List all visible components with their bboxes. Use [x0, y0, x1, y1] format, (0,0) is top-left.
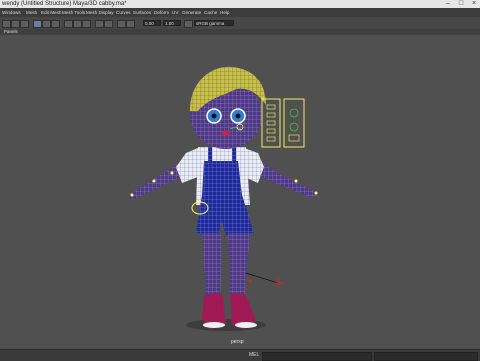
left-leg [202, 233, 222, 297]
camera-attributes-icon[interactable] [11, 20, 20, 28]
menu-edit-mesh[interactable]: Edit Mesh [41, 8, 61, 17]
menu-mesh[interactable]: Mesh [26, 8, 37, 17]
menu-cache[interactable]: Cache [204, 8, 217, 17]
right-pupil [235, 113, 241, 119]
overall-strap-left [208, 147, 212, 169]
gamma-field[interactable]: 1.00 [163, 20, 181, 26]
isolate-select-icon[interactable] [126, 20, 135, 28]
menu-generate[interactable]: Generate [182, 8, 201, 17]
scene-canvas[interactable] [0, 35, 480, 349]
xray-icon[interactable] [117, 20, 126, 28]
control-panel-left [261, 98, 281, 148]
smooth-shade-icon[interactable] [73, 20, 82, 28]
left-pupil [211, 113, 217, 119]
select-camera-icon[interactable] [2, 20, 11, 28]
left-sole [203, 322, 225, 328]
camera-label: persp [231, 339, 244, 345]
menu-curves[interactable]: Curves [116, 8, 131, 17]
color-management-icon[interactable] [184, 20, 193, 28]
shadows-icon[interactable] [104, 20, 113, 28]
menu-bar: Windows Mesh Edit Mesh Mesh Tools Mesh D… [0, 8, 480, 17]
maximize-icon[interactable]: □ [455, 0, 467, 8]
mouth [222, 130, 230, 136]
minimize-icon[interactable]: – [442, 0, 454, 8]
close-icon[interactable]: × [468, 0, 480, 8]
menu-help[interactable]: Help [220, 8, 229, 17]
menu-deform[interactable]: Deform [154, 8, 169, 17]
film-gate-icon[interactable] [42, 20, 51, 28]
menu-mesh-tools[interactable]: Mesh Tools [62, 8, 85, 17]
menu-uv[interactable]: UV [172, 8, 178, 17]
menu-windows[interactable]: Windows [2, 8, 21, 17]
colorspace-select[interactable]: sRGB gamma [194, 20, 234, 26]
menu-surfaces[interactable]: Surfaces [133, 8, 151, 17]
window-title: wendy (Untitled Structure) Maya/3D cabby… [2, 1, 127, 7]
lights-icon[interactable] [95, 20, 104, 28]
command-line: MEL [0, 349, 480, 361]
grid-icon[interactable] [33, 20, 42, 28]
right-leg [228, 233, 250, 297]
wireframe-icon[interactable] [64, 20, 73, 28]
viewport-3d[interactable] [0, 35, 480, 349]
textured-icon[interactable] [82, 20, 91, 28]
right-sole [235, 322, 257, 328]
overall-strap-right [232, 147, 236, 169]
bookmark-icon[interactable] [20, 20, 29, 28]
title-bar: wendy (Untitled Structure) Maya/3D cabby… [0, 0, 480, 8]
mel-label[interactable]: MEL [249, 352, 259, 358]
menu-mesh-display[interactable]: Mesh Display [86, 8, 114, 17]
exposure-field[interactable]: 0.00 [143, 20, 161, 26]
resolution-gate-icon[interactable] [51, 20, 60, 28]
